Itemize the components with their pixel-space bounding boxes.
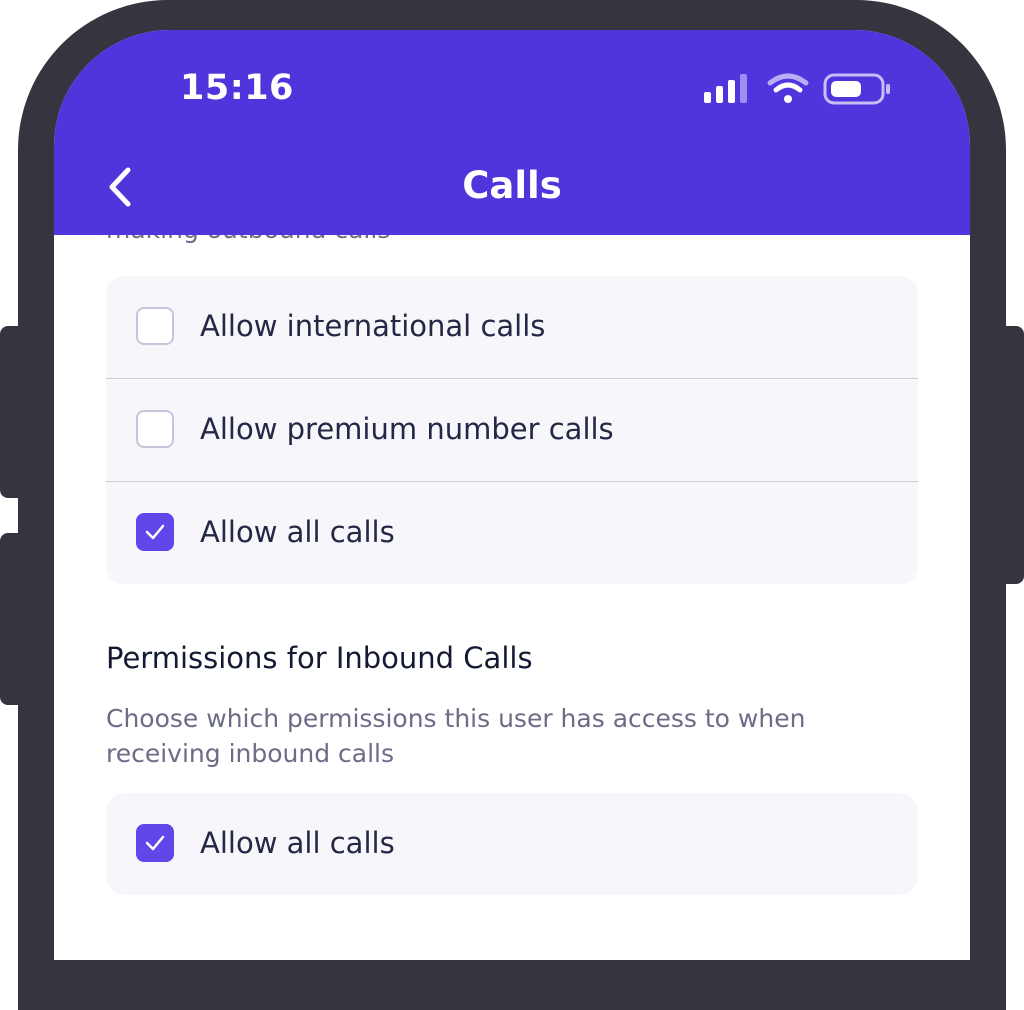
option-label: Allow premium number calls xyxy=(200,412,614,446)
status-icons xyxy=(704,73,890,105)
outbound-options-card: Allow international calls Allow premium … xyxy=(106,276,918,584)
content-area: making outbound calls Allow internationa… xyxy=(54,235,970,960)
checkbox[interactable] xyxy=(136,410,174,448)
checkbox[interactable] xyxy=(136,307,174,345)
inbound-section-description: Choose which permissions this user has a… xyxy=(106,704,806,768)
option-allow-all-outbound-calls[interactable]: Allow all calls xyxy=(106,482,918,584)
checkmark-icon xyxy=(145,524,165,540)
option-label: Allow international calls xyxy=(200,309,546,343)
phone-side-button-left-upper xyxy=(0,326,26,498)
cellular-signal-icon xyxy=(704,74,747,103)
option-label: Allow all calls xyxy=(200,515,395,549)
option-allow-premium-number-calls[interactable]: Allow premium number calls xyxy=(106,379,918,482)
inbound-section-title: Permissions for Inbound Calls xyxy=(106,641,533,675)
wifi-icon xyxy=(767,73,809,103)
status-time: 15:16 xyxy=(180,68,294,108)
phone-side-button-left-lower xyxy=(0,533,26,705)
checkbox-checked[interactable] xyxy=(136,824,174,862)
battery-icon xyxy=(823,73,890,105)
outbound-description: making outbound calls xyxy=(106,235,390,244)
phone-screen: 15:16 Calls making outboun xyxy=(54,30,970,960)
checkmark-icon xyxy=(145,835,165,851)
checkbox-checked[interactable] xyxy=(136,513,174,551)
option-allow-international-calls[interactable]: Allow international calls xyxy=(106,276,918,379)
page-title: Calls xyxy=(462,164,562,207)
option-label: Allow all calls xyxy=(200,826,395,860)
app-header: 15:16 Calls xyxy=(54,30,970,235)
phone-side-button-right xyxy=(998,326,1024,584)
option-allow-all-inbound-calls[interactable]: Allow all calls xyxy=(106,793,918,895)
inbound-options-card: Allow all calls xyxy=(106,793,918,895)
